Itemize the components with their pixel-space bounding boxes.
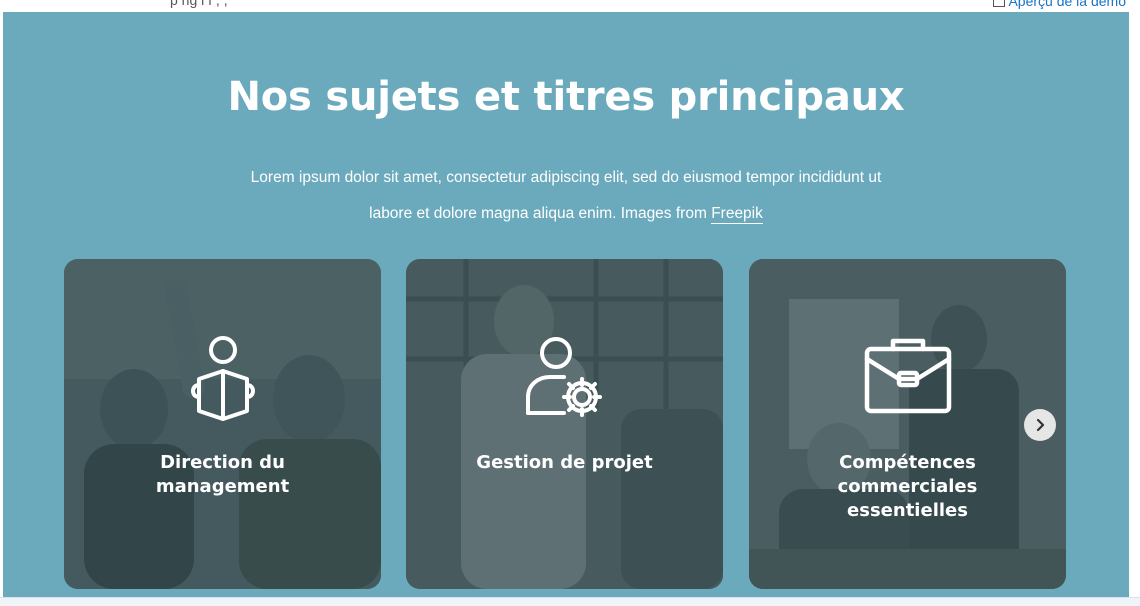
- topic-card-project-management[interactable]: Gestion de projet: [406, 259, 723, 589]
- topic-card-sales-skills[interactable]: Compétences commerciales essentielles: [749, 259, 1066, 589]
- section-description: Lorem ipsum dolor sit amet, consectetur …: [153, 160, 979, 232]
- chevron-right-icon: [1036, 418, 1045, 432]
- card-title: Direction du management: [64, 451, 381, 499]
- clipped-top-text: p ng l f , ,: [170, 0, 228, 8]
- page-right-margin: [1129, 12, 1140, 600]
- browser-top-bar: p ng l f , , Aperçu de la démo: [0, 0, 1140, 12]
- external-window-icon: [993, 0, 1006, 7]
- briefcase-icon: [864, 338, 951, 414]
- demo-preview-label: Aperçu de la démo: [1008, 0, 1126, 9]
- topic-card-management[interactable]: Direction du management: [64, 259, 381, 589]
- card-title: Compétences commerciales essentielles: [749, 451, 1066, 523]
- description-line-2: labore et dolore magna aliqua enim. Imag…: [369, 205, 707, 222]
- person-reading-book-icon: [190, 336, 255, 421]
- page-bottom-strip: [0, 597, 1140, 606]
- card-overlay: [749, 259, 1066, 589]
- demo-preview-link[interactable]: Aperçu de la démo: [993, 0, 1126, 9]
- person-gear-icon: [525, 337, 602, 417]
- card-title-line-3: essentielles: [847, 500, 968, 521]
- card-title-line-2: commerciales: [837, 476, 978, 497]
- topics-section: Nos sujets et titres principaux Lorem ip…: [3, 12, 1129, 600]
- card-title-line-1: Compétences: [839, 452, 976, 473]
- section-title: Nos sujets et titres principaux: [227, 74, 905, 120]
- card-overlay: [406, 259, 723, 589]
- card-title-line-2: management: [155, 476, 290, 497]
- card-title-line-1: Direction du: [160, 452, 285, 473]
- card-title: Gestion de projet: [406, 451, 723, 475]
- card-overlay: [64, 259, 381, 589]
- freepik-link[interactable]: Freepik: [711, 205, 763, 224]
- card-title-line-1: Gestion de projet: [476, 452, 653, 473]
- description-line-1: Lorem ipsum dolor sit amet, consectetur …: [250, 169, 882, 186]
- carousel-next-button[interactable]: [1024, 409, 1056, 441]
